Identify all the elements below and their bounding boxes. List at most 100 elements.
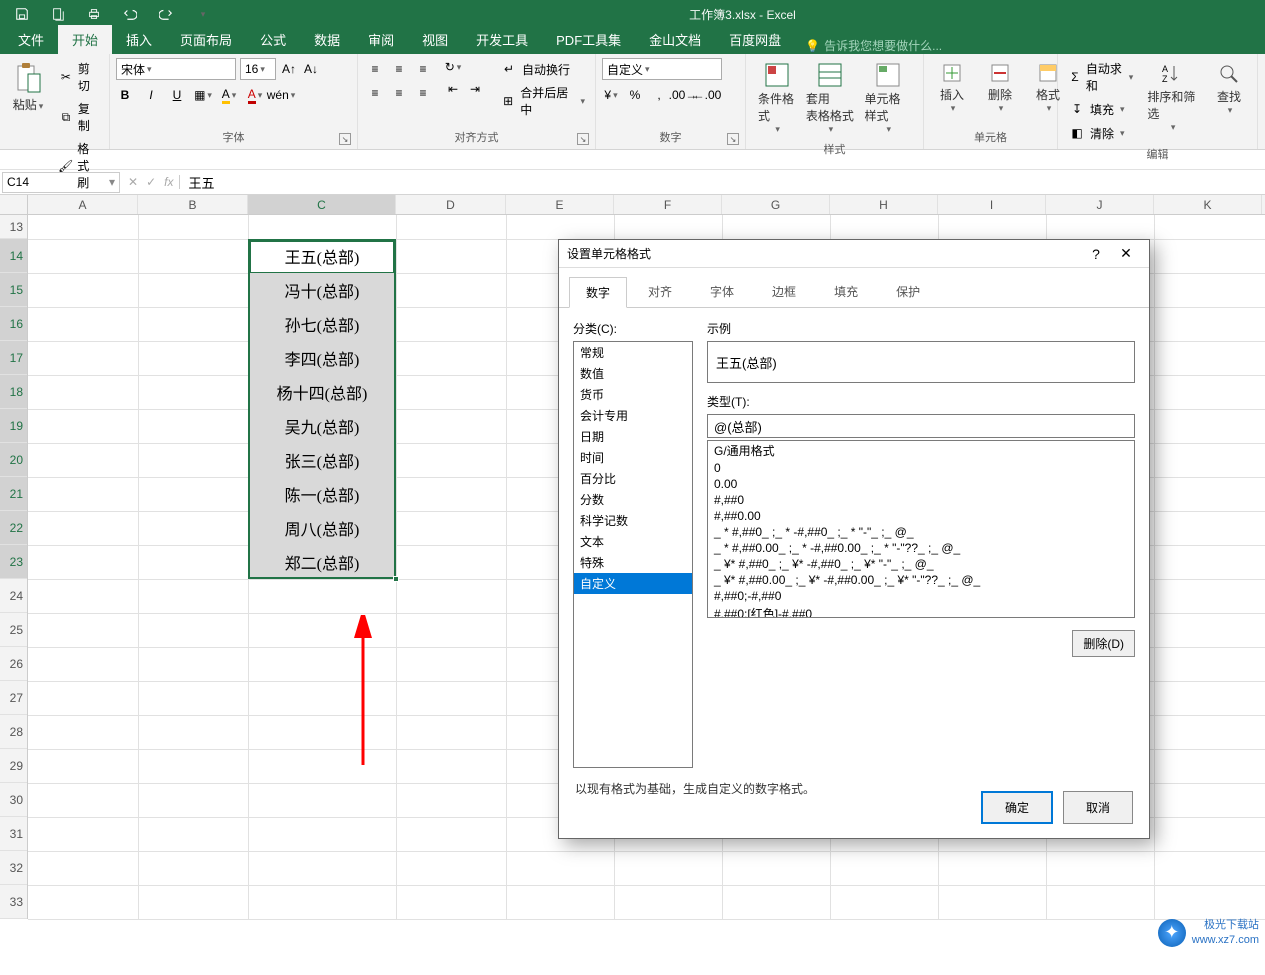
format-table-button[interactable]: 套用 表格格式 xyxy=(805,58,854,139)
print-icon[interactable] xyxy=(76,0,112,28)
new-icon[interactable] xyxy=(40,0,76,28)
col-H[interactable]: H xyxy=(830,195,938,214)
row-23[interactable]: 23 xyxy=(0,545,27,579)
cat-percentage[interactable]: 百分比 xyxy=(574,468,692,489)
row-14[interactable]: 14 xyxy=(0,239,27,273)
align-top-icon[interactable]: ≡ xyxy=(364,58,386,80)
alignment-expand-icon[interactable]: ↘ xyxy=(577,133,589,145)
row-22[interactable]: 22 xyxy=(0,511,27,545)
autosum-button[interactable]: Σ自动求和 xyxy=(1064,58,1137,96)
align-left-icon[interactable]: ≡ xyxy=(364,82,386,104)
dialog-titlebar[interactable]: 设置单元格格式 ? ✕ xyxy=(559,240,1149,268)
cell-C19[interactable]: 吴九(总部) xyxy=(248,409,396,443)
name-box-dropdown-icon[interactable]: ▾ xyxy=(109,175,115,189)
fmt-item[interactable]: #,##0;-#,##0 xyxy=(708,588,1134,604)
cat-scientific[interactable]: 科学记数 xyxy=(574,510,692,531)
accounting-format-icon[interactable]: ¥ xyxy=(602,86,620,104)
number-expand-icon[interactable]: ↘ xyxy=(727,133,739,145)
wrap-text-button[interactable]: ↵自动换行 xyxy=(496,58,589,80)
tab-developer[interactable]: 开发工具 xyxy=(462,25,542,54)
dlg-tab-font[interactable]: 字体 xyxy=(693,276,751,307)
cat-general[interactable]: 常规 xyxy=(574,342,692,363)
fmt-item[interactable]: #,##0 xyxy=(708,492,1134,508)
col-K[interactable]: K xyxy=(1154,195,1262,214)
tab-wps[interactable]: 金山文档 xyxy=(635,25,715,54)
redo-icon[interactable] xyxy=(148,0,184,28)
underline-icon[interactable]: U xyxy=(168,86,186,104)
col-F[interactable]: F xyxy=(614,195,722,214)
row-18[interactable]: 18 xyxy=(0,375,27,409)
align-bottom-icon[interactable]: ≡ xyxy=(412,58,434,80)
bold-icon[interactable]: B xyxy=(116,86,134,104)
dialog-help-icon[interactable]: ? xyxy=(1081,246,1111,262)
cut-button[interactable]: ✂剪切 xyxy=(54,58,103,96)
fmt-item[interactable]: _ ¥* #,##0_ ;_ ¥* -#,##0_ ;_ ¥* "-"_ ;_ … xyxy=(708,556,1134,572)
dlg-tab-number[interactable]: 数字 xyxy=(569,277,627,308)
col-I[interactable]: I xyxy=(938,195,1046,214)
fmt-item[interactable]: G/通用格式 xyxy=(708,441,1134,460)
dlg-tab-border[interactable]: 边框 xyxy=(755,276,813,307)
type-input[interactable] xyxy=(707,414,1135,438)
tab-file[interactable]: 文件 xyxy=(4,25,58,54)
tab-pdf[interactable]: PDF工具集 xyxy=(542,25,635,54)
fmt-item[interactable]: #,##0.00 xyxy=(708,508,1134,524)
tab-formulas[interactable]: 公式 xyxy=(246,25,300,54)
qat-customize-icon[interactable] xyxy=(184,0,220,28)
cell-C15[interactable]: 冯十(总部) xyxy=(248,273,396,307)
cell-C18[interactable]: 杨十四(总部) xyxy=(248,375,396,409)
row-32[interactable]: 32 xyxy=(0,851,27,885)
row-25[interactable]: 25 xyxy=(0,613,27,647)
font-family-combo[interactable]: 宋体 xyxy=(116,58,236,80)
fmt-item[interactable]: #,##0;[红色]-#,##0 xyxy=(708,604,1134,618)
col-G[interactable]: G xyxy=(722,195,830,214)
delete-format-button[interactable]: 删除(D) xyxy=(1072,630,1135,657)
row-26[interactable]: 26 xyxy=(0,647,27,681)
cat-text[interactable]: 文本 xyxy=(574,531,692,552)
cat-number[interactable]: 数值 xyxy=(574,363,692,384)
align-center-icon[interactable]: ≡ xyxy=(388,82,410,104)
insert-cells-button[interactable]: 插入 xyxy=(930,58,974,118)
row-21[interactable]: 21 xyxy=(0,477,27,511)
decrease-indent-icon[interactable]: ⇤ xyxy=(444,80,462,98)
dialog-close-icon[interactable]: ✕ xyxy=(1111,245,1141,262)
percent-format-icon[interactable]: % xyxy=(626,86,644,104)
fx-icon[interactable]: fx xyxy=(164,175,173,189)
dlg-tab-alignment[interactable]: 对齐 xyxy=(631,276,689,307)
formula-input[interactable]: 王五 xyxy=(180,173,1265,192)
fmt-item[interactable]: _ * #,##0_ ;_ * -#,##0_ ;_ * "-"_ ;_ @_ xyxy=(708,524,1134,540)
decrease-decimal-icon[interactable]: ←.00 xyxy=(698,86,716,104)
row-27[interactable]: 27 xyxy=(0,681,27,715)
orientation-icon[interactable]: ↻ xyxy=(444,58,462,76)
cat-currency[interactable]: 货币 xyxy=(574,384,692,405)
row-24[interactable]: 24 xyxy=(0,579,27,613)
row-17[interactable]: 17 xyxy=(0,341,27,375)
tell-me-search[interactable]: 💡 告诉我您想要做什么... xyxy=(805,37,942,54)
font-expand-icon[interactable]: ↘ xyxy=(339,133,351,145)
tab-data[interactable]: 数据 xyxy=(300,25,354,54)
cat-fraction[interactable]: 分数 xyxy=(574,489,692,510)
cancel-button[interactable]: 取消 xyxy=(1063,791,1133,824)
align-middle-icon[interactable]: ≡ xyxy=(388,58,410,80)
fill-color-icon[interactable]: A xyxy=(220,86,238,104)
cat-custom[interactable]: 自定义 xyxy=(574,573,692,594)
undo-icon[interactable] xyxy=(112,0,148,28)
cell-C14[interactable]: 王五(总部) xyxy=(248,239,396,273)
row-16[interactable]: 16 xyxy=(0,307,27,341)
row-30[interactable]: 30 xyxy=(0,783,27,817)
row-15[interactable]: 15 xyxy=(0,273,27,307)
number-format-combo[interactable]: 自定义 xyxy=(602,58,722,80)
delete-cells-button[interactable]: 删除 xyxy=(978,58,1022,118)
fmt-item[interactable]: 0 xyxy=(708,460,1134,476)
font-color-icon[interactable]: A xyxy=(246,86,264,104)
font-size-combo[interactable]: 16 xyxy=(240,58,276,80)
increase-indent-icon[interactable]: ⇥ xyxy=(466,80,484,98)
row-33[interactable]: 33 xyxy=(0,885,27,919)
col-C[interactable]: C xyxy=(248,195,396,214)
cell-styles-button[interactable]: 单元格样式 xyxy=(858,58,917,139)
align-right-icon[interactable]: ≡ xyxy=(412,82,434,104)
dlg-tab-fill[interactable]: 填充 xyxy=(817,276,875,307)
row-28[interactable]: 28 xyxy=(0,715,27,749)
cell-C20[interactable]: 张三(总部) xyxy=(248,443,396,477)
tab-page-layout[interactable]: 页面布局 xyxy=(166,25,246,54)
name-box[interactable]: C14▾ xyxy=(2,172,120,193)
